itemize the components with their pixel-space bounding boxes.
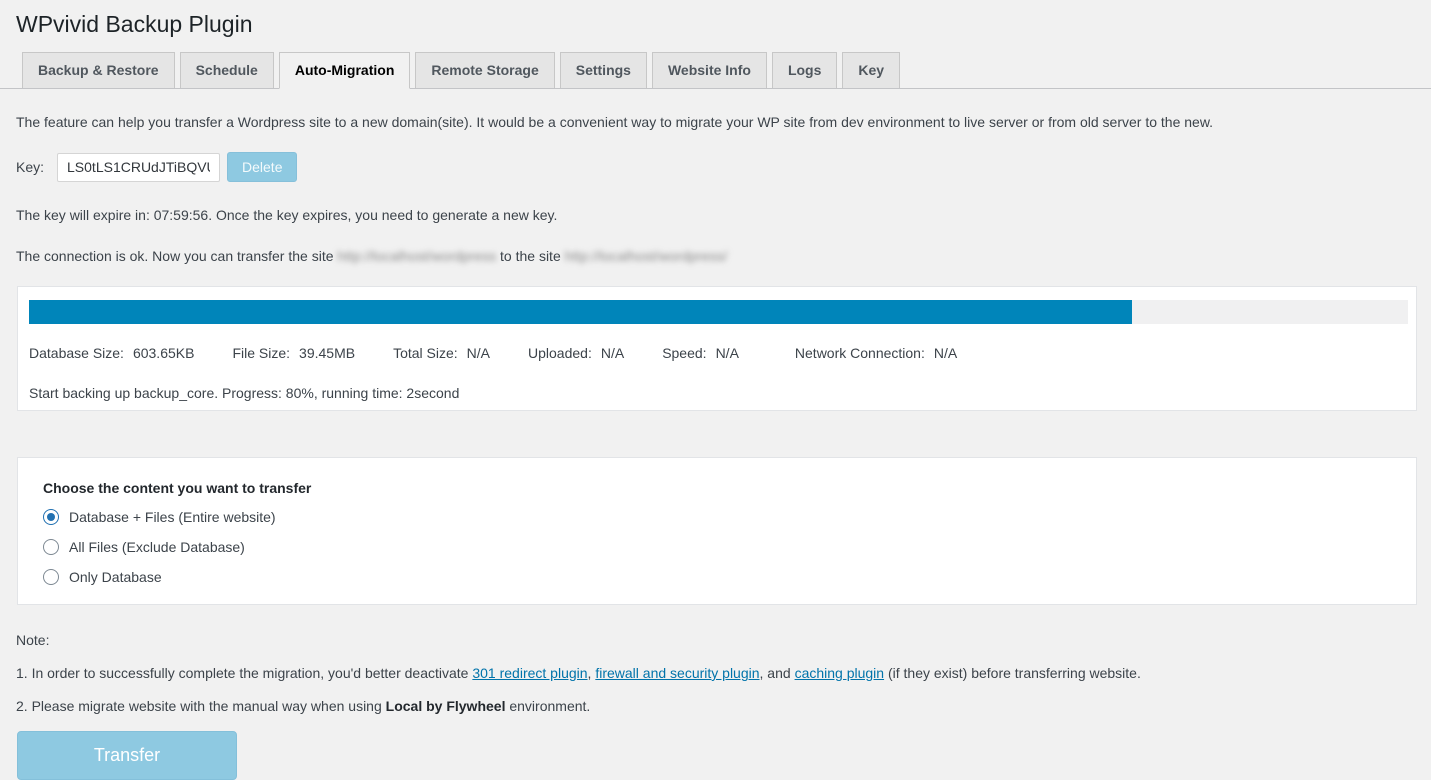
tab-logs[interactable]: Logs	[772, 52, 837, 88]
tab-website-info[interactable]: Website Info	[652, 52, 767, 88]
stat-database-size: Database Size:603.65KB	[29, 344, 194, 363]
connection-text-pre: The connection is ok. Now you can transf…	[16, 248, 337, 264]
stat-total-size: Total Size:N/A	[393, 344, 490, 363]
tab-key[interactable]: Key	[842, 52, 900, 88]
progress-panel: Database Size:603.65KB File Size:39.45MB…	[17, 286, 1417, 411]
key-input[interactable]	[57, 153, 220, 182]
option-label: All Files (Exclude Database)	[69, 539, 245, 555]
stat-speed: Speed:N/A	[662, 344, 739, 363]
tab-auto-migration[interactable]: Auto-Migration	[279, 52, 411, 89]
destination-site-url-blurred: http://localhost/wordpress/	[565, 248, 728, 264]
progress-fill	[29, 300, 1132, 324]
stat-network-connection: Network Connection:N/A	[795, 344, 957, 363]
option-label: Database + Files (Entire website)	[69, 509, 276, 525]
auto-migration-page: WPvivid Backup Plugin Backup & RestoreSc…	[0, 0, 1431, 780]
note-item-1: 1. In order to successfully complete the…	[16, 664, 1417, 683]
transfer-content-heading: Choose the content you want to transfer	[43, 480, 1416, 496]
tab-backup-restore[interactable]: Backup & Restore	[22, 52, 175, 88]
tab-remote-storage[interactable]: Remote Storage	[415, 52, 554, 88]
transfer-content-panel: Choose the content you want to transfer …	[17, 457, 1417, 605]
radio-only-database[interactable]	[43, 569, 59, 585]
stat-uploaded: Uploaded:N/A	[528, 344, 624, 363]
source-site-url-blurred: http://localhost/wordpress	[337, 248, 496, 264]
transfer-button[interactable]: Transfer	[17, 731, 237, 780]
radio-database-plus-files[interactable]	[43, 509, 59, 525]
key-label: Key:	[16, 159, 44, 175]
link-firewall-security-plugin[interactable]: firewall and security plugin	[595, 665, 759, 681]
transfer-stats-row: Database Size:603.65KB File Size:39.45MB…	[29, 344, 1406, 363]
tab-settings[interactable]: Settings	[560, 52, 647, 88]
stat-file-size: File Size:39.45MB	[232, 344, 355, 363]
radio-all-files[interactable]	[43, 539, 59, 555]
progress-bar-track	[29, 300, 1408, 324]
tab-bar: Backup & RestoreScheduleAuto-MigrationRe…	[0, 52, 1431, 89]
page-title: WPvivid Backup Plugin	[16, 9, 1417, 39]
note-title: Note:	[16, 631, 1417, 650]
key-row: Key: Delete	[16, 152, 1417, 182]
backup-status-text: Start backing up backup_core. Progress: …	[29, 384, 1406, 403]
option-only-database[interactable]: Only Database	[43, 568, 1416, 586]
link-caching-plugin[interactable]: caching plugin	[795, 665, 885, 681]
note-item-2: 2. Please migrate website with the manua…	[16, 697, 1417, 716]
link-301-redirect-plugin[interactable]: 301 redirect plugin	[472, 665, 587, 681]
tab-schedule[interactable]: Schedule	[180, 52, 274, 88]
delete-key-button[interactable]: Delete	[227, 152, 297, 182]
connection-status-text: The connection is ok. Now you can transf…	[16, 247, 1417, 266]
option-label: Only Database	[69, 569, 162, 585]
local-by-flywheel-label: Local by Flywheel	[386, 698, 506, 714]
option-all-files[interactable]: All Files (Exclude Database)	[43, 538, 1416, 556]
key-expire-text: The key will expire in: 07:59:56. Once t…	[16, 206, 1417, 225]
option-database-plus-files[interactable]: Database + Files (Entire website)	[43, 508, 1416, 526]
feature-description: The feature can help you transfer a Word…	[16, 113, 1417, 132]
connection-text-mid: to the site	[496, 248, 564, 264]
